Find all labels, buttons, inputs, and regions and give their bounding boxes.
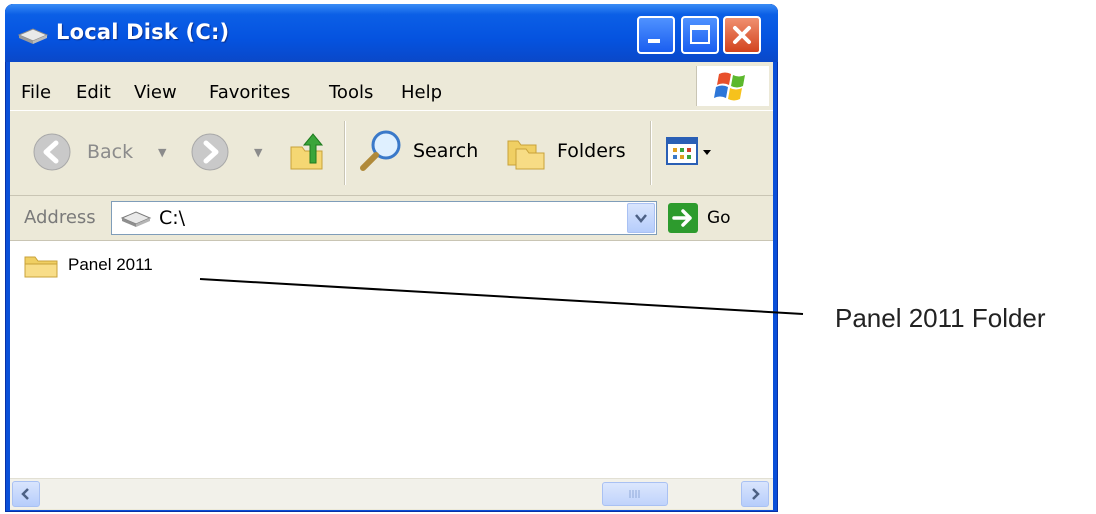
back-arrow-icon	[33, 133, 71, 171]
address-value: C:\	[159, 207, 186, 229]
folder-icon	[24, 256, 58, 278]
go-label[interactable]: Go	[707, 208, 731, 228]
menu-view[interactable]: View	[134, 82, 177, 103]
back-button[interactable]: Back	[32, 132, 133, 176]
window-body: File Edit View Favorites Tools Help Back…	[10, 62, 773, 510]
maximize-button[interactable]	[681, 16, 719, 54]
menu-favorites[interactable]: Favorites	[209, 82, 290, 103]
go-arrow-icon	[672, 209, 692, 227]
folders-label: Folders	[557, 140, 626, 162]
toolbar-separator	[344, 121, 346, 185]
search-label: Search	[413, 140, 479, 162]
scroll-thumb[interactable]	[602, 482, 668, 506]
scroll-left-button[interactable]	[12, 481, 40, 507]
scroll-right-button[interactable]	[741, 481, 769, 507]
back-label: Back	[87, 141, 134, 163]
horizontal-scrollbar[interactable]	[10, 478, 773, 509]
windows-logo	[696, 66, 769, 106]
folders-icon	[507, 140, 545, 170]
forward-dropdown-icon[interactable]: ▼	[254, 146, 262, 159]
folder-item[interactable]: Panel 2011	[23, 253, 153, 279]
toolbar: Back ▼ ▼ Search Folders	[10, 111, 773, 196]
folders-button[interactable]: Folders	[506, 133, 626, 175]
folder-name: Panel 2011	[68, 255, 153, 274]
window-title: Local Disk (C:)	[56, 20, 230, 44]
forward-button[interactable]	[190, 132, 230, 176]
back-dropdown-icon[interactable]: ▼	[158, 146, 166, 159]
minimize-button[interactable]	[637, 16, 675, 54]
callout-label: Panel 2011 Folder	[835, 303, 1046, 333]
address-bar: Address C:\ Go	[10, 196, 773, 241]
address-label: Address	[24, 207, 96, 228]
magnifier-icon	[360, 130, 401, 171]
menu-bar: File Edit View Favorites Tools Help	[10, 62, 773, 111]
explorer-window: Local Disk (C:) File Edit View Favorites…	[5, 4, 778, 512]
windows-flag-icon	[714, 72, 745, 101]
chevron-down-icon	[635, 214, 647, 223]
address-dropdown-button[interactable]	[627, 203, 655, 233]
menu-tools[interactable]: Tools	[329, 82, 373, 103]
title-bar[interactable]: Local Disk (C:)	[5, 4, 778, 62]
drive-icon	[17, 28, 49, 44]
up-folder-button[interactable]	[288, 131, 328, 177]
grip-icon	[629, 490, 640, 498]
minimize-icon	[648, 39, 660, 43]
menu-file[interactable]: File	[21, 82, 51, 103]
chevron-right-icon	[752, 488, 760, 500]
chevron-left-icon	[21, 488, 29, 500]
search-button[interactable]: Search	[358, 128, 478, 178]
address-input[interactable]: C:\	[111, 201, 657, 235]
menu-help[interactable]: Help	[401, 82, 442, 103]
toolbar-separator	[650, 121, 652, 185]
close-button[interactable]	[723, 16, 761, 54]
go-button[interactable]	[668, 203, 698, 233]
forward-arrow-icon	[191, 133, 229, 171]
close-icon	[733, 26, 751, 44]
maximize-icon	[690, 25, 710, 44]
views-button[interactable]	[666, 136, 718, 172]
folder-up-icon	[290, 133, 324, 170]
drive-icon	[120, 211, 152, 227]
views-icon	[666, 137, 711, 165]
menu-edit[interactable]: Edit	[76, 82, 111, 103]
file-list: Panel 2011	[10, 241, 773, 478]
